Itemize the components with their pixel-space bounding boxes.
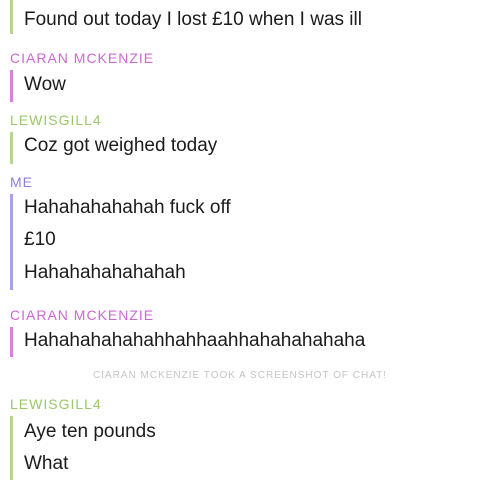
chat-message[interactable]: Hahahahahahah fuck off — [24, 196, 231, 220]
sender-label: LEWISGILL4 — [10, 112, 102, 128]
sender-label: CIARAN MCKENZIE — [10, 307, 155, 323]
chat-message[interactable]: Aye ten pounds — [24, 420, 156, 444]
message-group-bar — [10, 327, 13, 357]
sender-label: ME — [10, 174, 33, 190]
chat-message[interactable]: Hahahahahahahhahhaahhahahahahaha — [24, 329, 365, 353]
chat-message[interactable]: Wow — [24, 73, 66, 97]
sender-label: LEWISGILL4 — [10, 396, 102, 412]
chat-message[interactable]: Coz got weighed today — [24, 134, 217, 158]
chat-message[interactable]: Found out today I lost £10 when I was il… — [24, 8, 362, 32]
message-group-bar — [10, 0, 13, 34]
message-group-bar — [10, 132, 13, 164]
chat-view: Found out today I lost £10 when I was il… — [0, 0, 480, 480]
chat-message[interactable]: £10 — [24, 228, 56, 252]
chat-message[interactable]: Hahahahahahahah — [24, 261, 186, 285]
chat-message[interactable]: What — [24, 452, 68, 476]
sender-label: CIARAN MCKENZIE — [10, 50, 155, 66]
message-group-bar — [10, 70, 13, 102]
message-group-bar — [10, 416, 13, 480]
message-group-bar — [10, 194, 13, 290]
screenshot-notice: CIARAN MCKENZIE TOOK A SCREENSHOT OF CHA… — [92, 370, 388, 381]
